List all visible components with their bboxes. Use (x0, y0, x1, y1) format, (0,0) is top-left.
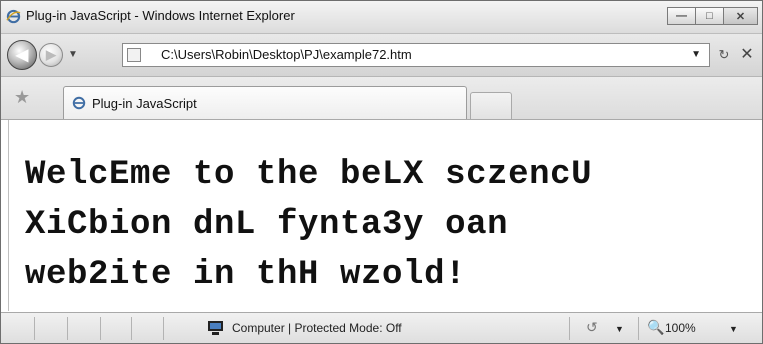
status-divider (569, 317, 570, 340)
maximize-icon: □ (706, 10, 713, 22)
security-dropdown-icon[interactable]: ▼ (615, 324, 624, 334)
back-arrow-icon: ◀ (15, 47, 29, 64)
close-icon: ✕ (735, 10, 746, 23)
status-bar: Computer | Protected Mode: Off ↺ ▼ 🔍 100… (1, 312, 762, 343)
history-dropdown-icon[interactable]: ▼ (68, 49, 78, 60)
status-divider (100, 317, 101, 340)
status-divider (34, 317, 35, 340)
zoom-level[interactable]: 100% (665, 321, 696, 335)
ie-logo-icon (6, 9, 21, 24)
tab-plug-in-javascript[interactable]: Plug-in JavaScript (63, 86, 467, 119)
maximize-button[interactable]: □ (695, 7, 724, 25)
browser-window: Plug-in JavaScript - Windows Internet Ex… (0, 0, 763, 344)
content-left-border (1, 120, 9, 311)
refresh-button[interactable]: ↻ (714, 45, 734, 65)
text-line: web2ite in thH wzold! (25, 256, 467, 294)
new-tab-button[interactable] (470, 92, 512, 119)
page-icon (127, 48, 141, 62)
favorites-star-icon[interactable]: ★ (14, 87, 30, 108)
page-content: WelcEme to the beLX sczencU XiCbion dnL … (9, 120, 762, 311)
stop-button[interactable]: ✕ (737, 45, 757, 65)
window-title: Plug-in JavaScript - Windows Internet Ex… (26, 8, 295, 23)
zoom-dropdown-icon[interactable]: ▼ (729, 324, 738, 334)
tab-bar: ★ Plug-in JavaScript (1, 77, 762, 120)
title-bar: Plug-in JavaScript - Windows Internet Ex… (1, 1, 762, 34)
computer-zone-icon (208, 321, 223, 335)
address-toolbar: ◀ ▶ ▼ C:\Users\Robin\Desktop\PJ\example7… (1, 34, 762, 77)
status-divider (131, 317, 132, 340)
text-line: XiCbion dnL fynta3y oan (25, 206, 509, 244)
minimize-icon: — (676, 10, 687, 22)
address-text[interactable]: C:\Users\Robin\Desktop\PJ\example72.htm (161, 47, 412, 62)
close-button[interactable]: ✕ (723, 7, 758, 25)
ie-page-icon (72, 96, 86, 110)
forward-arrow-icon: ▶ (46, 47, 56, 62)
security-status-icon[interactable]: ↺ (586, 319, 598, 336)
page-text: WelcEme to the beLX sczencU XiCbion dnL … (25, 150, 755, 300)
address-dropdown-icon[interactable]: ▼ (691, 49, 701, 60)
window-controls: — □ ✕ (667, 7, 758, 25)
status-divider (163, 317, 164, 340)
status-divider (67, 317, 68, 340)
forward-button[interactable]: ▶ (39, 43, 63, 67)
back-button[interactable]: ◀ (7, 40, 37, 70)
zoom-icon[interactable]: 🔍 (647, 319, 664, 336)
text-line: WelcEme to the beLX sczencU (25, 156, 593, 194)
minimize-button[interactable]: — (667, 7, 696, 25)
address-bar[interactable]: C:\Users\Robin\Desktop\PJ\example72.htm … (122, 43, 710, 67)
status-divider (638, 317, 639, 340)
security-zone-text[interactable]: Computer | Protected Mode: Off (232, 321, 402, 335)
tab-label: Plug-in JavaScript (92, 96, 197, 111)
